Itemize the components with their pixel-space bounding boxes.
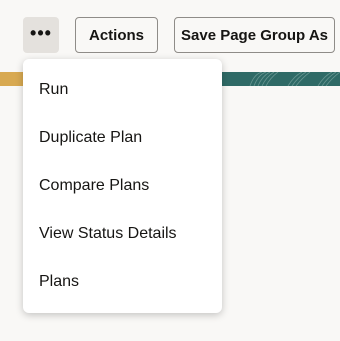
more-options-button[interactable]: ••• [23,17,59,53]
menu-item-label: Run [39,81,69,98]
more-horizontal-icon: ••• [30,23,52,43]
menu-item-duplicate-plan[interactable]: Duplicate Plan [23,118,222,158]
save-page-group-as-button[interactable]: Save Page Group As [174,17,335,53]
menu-item-view-status-details[interactable]: View Status Details [23,214,222,254]
menu-item-label: Compare Plans [39,177,150,194]
menu-item-label: View Status Details [39,225,177,242]
actions-button[interactable]: Actions [75,17,158,53]
menu-item-run[interactable]: Run [23,70,222,110]
decorative-pattern [240,72,340,86]
menu-item-compare-plans[interactable]: Compare Plans [23,166,222,206]
actions-button-label: Actions [89,26,145,44]
save-page-group-as-label: Save Page Group As [181,26,328,44]
menu-item-label: Duplicate Plan [39,129,143,146]
menu-item-label: Plans [39,273,80,290]
more-options-menu: Run Duplicate Plan Compare Plans View St… [23,59,222,313]
menu-item-plans[interactable]: Plans [23,262,222,302]
